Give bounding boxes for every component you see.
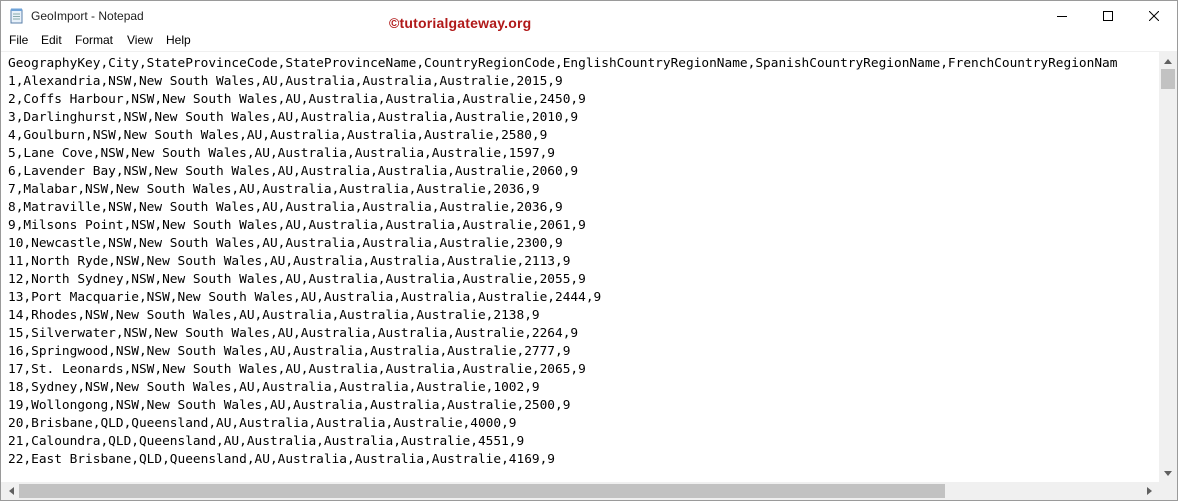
text-line: 11,North Ryde,NSW,New South Wales,AU,Aus…	[8, 254, 571, 269]
maximize-button[interactable]	[1085, 1, 1131, 31]
text-line: 21,Caloundra,QLD,Queensland,AU,Australia…	[8, 434, 525, 449]
window-title: GeoImport - Notepad	[31, 9, 144, 23]
text-line: 19,Wollongong,NSW,New South Wales,AU,Aus…	[8, 398, 571, 413]
text-line: 7,Malabar,NSW,New South Wales,AU,Austral…	[8, 182, 540, 197]
text-line: GeographyKey,City,StateProvinceCode,Stat…	[8, 56, 1118, 71]
text-line: 12,North Sydney,NSW,New South Wales,AU,A…	[8, 272, 586, 287]
vertical-scrollbar[interactable]	[1159, 51, 1177, 482]
minimize-icon	[1057, 16, 1067, 17]
scroll-down-arrow-icon[interactable]	[1159, 465, 1177, 481]
text-line: 16,Springwood,NSW,New South Wales,AU,Aus…	[8, 344, 571, 359]
text-line: 2,Coffs Harbour,NSW,New South Wales,AU,A…	[8, 92, 586, 107]
maximize-icon	[1103, 11, 1113, 21]
text-line: 8,Matraville,NSW,New South Wales,AU,Aust…	[8, 200, 563, 215]
menu-bar: File Edit Format View Help	[1, 31, 1177, 51]
close-icon	[1149, 11, 1159, 21]
vertical-scroll-thumb[interactable]	[1161, 69, 1175, 89]
horizontal-scroll-thumb[interactable]	[19, 484, 945, 498]
text-line: 17,St. Leonards,NSW,New South Wales,AU,A…	[8, 362, 586, 377]
notepad-icon	[10, 8, 24, 24]
text-line: 4,Goulburn,NSW,New South Wales,AU,Austra…	[8, 128, 548, 143]
text-line: 3,Darlinghurst,NSW,New South Wales,AU,Au…	[8, 110, 579, 125]
scroll-left-arrow-icon[interactable]	[3, 482, 19, 500]
watermark-text: ©tutorialgateway.org	[389, 15, 532, 31]
text-line: 20,Brisbane,QLD,Queensland,AU,Australia,…	[8, 416, 517, 431]
menu-help[interactable]: Help	[166, 33, 191, 47]
menu-format[interactable]: Format	[75, 33, 113, 47]
text-line: 1,Alexandria,NSW,New South Wales,AU,Aust…	[8, 74, 563, 89]
menu-file[interactable]: File	[9, 33, 28, 47]
scrollbar-corner	[1159, 482, 1177, 500]
text-line: 10,Newcastle,NSW,New South Wales,AU,Aust…	[8, 236, 563, 251]
scroll-right-arrow-icon[interactable]	[1141, 482, 1157, 500]
menu-view[interactable]: View	[127, 33, 153, 47]
notepad-window: GeoImport - Notepad ©tutorialgateway.org…	[0, 0, 1178, 501]
horizontal-scrollbar[interactable]	[1, 482, 1159, 500]
text-line: 22,East Brisbane,QLD,Queensland,AU,Austr…	[8, 452, 556, 467]
text-editor[interactable]: GeographyKey,City,StateProvinceCode,Stat…	[1, 51, 1159, 483]
text-line: 15,Silverwater,NSW,New South Wales,AU,Au…	[8, 326, 579, 341]
text-line: 9,Milsons Point,NSW,New South Wales,AU,A…	[8, 218, 586, 233]
minimize-button[interactable]	[1039, 1, 1085, 31]
text-line: 6,Lavender Bay,NSW,New South Wales,AU,Au…	[8, 164, 579, 179]
title-bar[interactable]: GeoImport - Notepad ©tutorialgateway.org	[1, 1, 1177, 31]
menu-edit[interactable]: Edit	[41, 33, 62, 47]
scroll-up-arrow-icon[interactable]	[1159, 53, 1177, 69]
text-line: 14,Rhodes,NSW,New South Wales,AU,Austral…	[8, 308, 540, 323]
text-line: 5,Lane Cove,NSW,New South Wales,AU,Austr…	[8, 146, 556, 161]
text-line: 18,Sydney,NSW,New South Wales,AU,Austral…	[8, 380, 540, 395]
close-button[interactable]	[1131, 1, 1177, 31]
text-line: 13,Port Macquarie,NSW,New South Wales,AU…	[8, 290, 602, 305]
